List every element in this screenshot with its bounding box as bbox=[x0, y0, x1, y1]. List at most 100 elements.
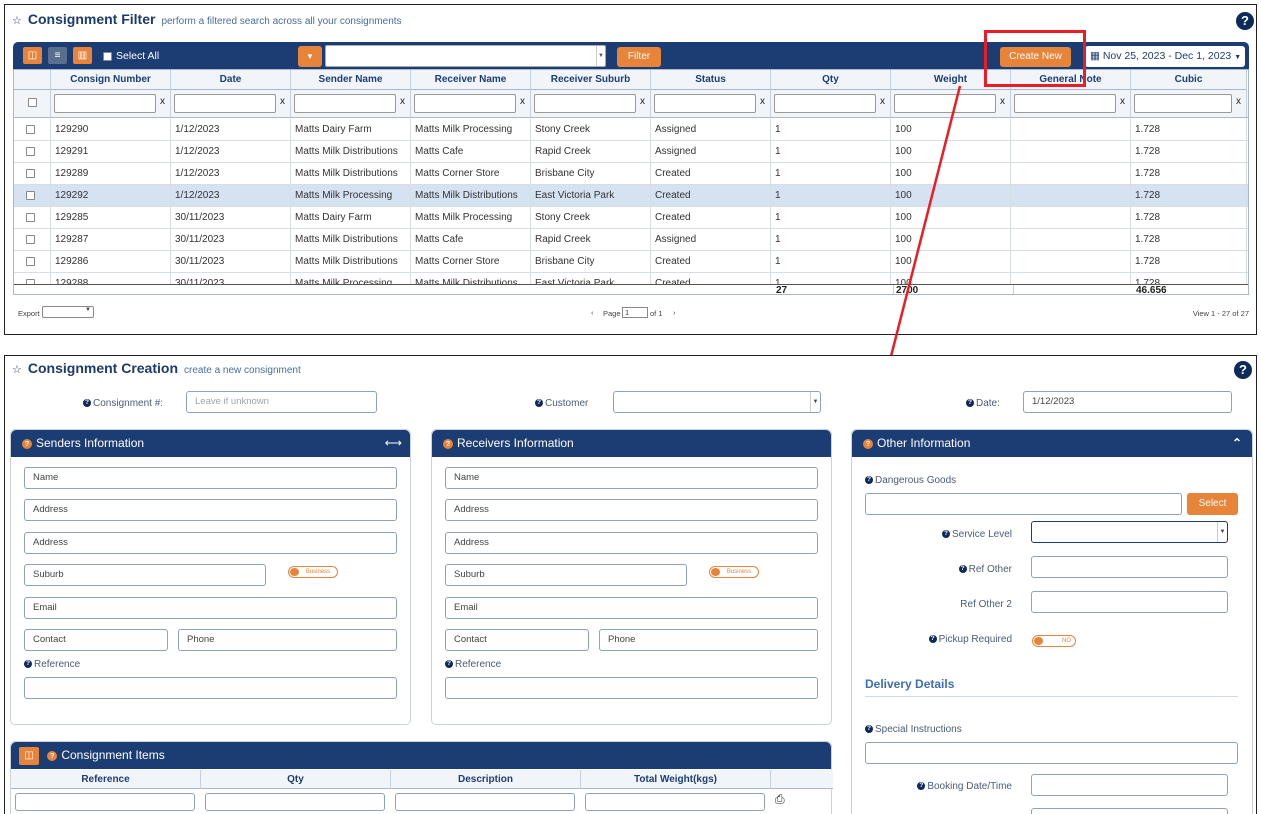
star-icon[interactable]: ☆ bbox=[12, 14, 22, 27]
filter-input-cubic[interactable] bbox=[1134, 94, 1232, 113]
ref-other2-input[interactable] bbox=[1031, 591, 1228, 613]
clear-filter-icon[interactable]: x bbox=[1000, 96, 1005, 107]
select-all[interactable]: Select All bbox=[103, 50, 159, 62]
page-input[interactable]: 1 bbox=[622, 307, 648, 318]
sender-reference-input[interactable] bbox=[24, 677, 397, 699]
clear-filter-icon[interactable]: x bbox=[280, 96, 285, 107]
filter-input-receiver-suburb[interactable] bbox=[534, 94, 636, 113]
clear-filter-icon[interactable]: x bbox=[880, 96, 885, 107]
column-header-receiver-suburb[interactable]: Receiver Suburb bbox=[531, 70, 651, 90]
customer-select[interactable]: ▼ bbox=[613, 391, 821, 413]
list-view-button[interactable]: ≡ bbox=[48, 47, 67, 64]
booking-datetime-input[interactable] bbox=[1031, 774, 1228, 796]
print-icon[interactable]: ⎙ bbox=[775, 792, 785, 807]
column-header-sender-name[interactable]: Sender Name bbox=[291, 70, 411, 90]
receiver-name-input[interactable]: Name bbox=[445, 467, 818, 489]
receiver-phone-input[interactable]: Phone bbox=[599, 629, 818, 651]
row-checkbox[interactable] bbox=[26, 235, 35, 244]
receiver-address1-input[interactable]: Address bbox=[445, 499, 818, 521]
column-header-date[interactable]: Date bbox=[171, 70, 291, 90]
filter-button[interactable]: Filter bbox=[617, 47, 661, 67]
star-icon[interactable]: ☆ bbox=[12, 363, 22, 376]
search-field-dropdown[interactable]: ▼ bbox=[298, 46, 322, 67]
receiver-address2-input[interactable]: Address bbox=[445, 532, 818, 554]
row-checkbox[interactable] bbox=[26, 191, 35, 200]
sender-address1-input[interactable]: Address bbox=[24, 499, 397, 521]
receiver-business-toggle[interactable]: Business bbox=[709, 566, 759, 578]
table-row[interactable]: 129285 30/11/2023 Matts Dairy Farm Matts Mi… bbox=[14, 207, 1248, 229]
clear-filter-icon[interactable]: x bbox=[640, 96, 645, 107]
column-header-receiver-name[interactable]: Receiver Name bbox=[411, 70, 531, 90]
column-header-cubic[interactable]: Cubic bbox=[1131, 70, 1247, 90]
expand-arrows-icon[interactable]: ⟷ bbox=[385, 430, 402, 457]
items-col-description[interactable]: Description bbox=[391, 770, 581, 789]
table-row[interactable]: 129290 1/12/2023 Matts Dairy Farm Matts Mil… bbox=[14, 119, 1248, 141]
sender-suburb-input[interactable]: Suburb bbox=[24, 564, 266, 586]
consignment-number-input[interactable]: Leave if unknown bbox=[186, 391, 377, 413]
collapse-icon[interactable]: ⌃ bbox=[1232, 430, 1242, 457]
clear-filter-icon[interactable]: x bbox=[160, 96, 165, 107]
filter-input-qty[interactable] bbox=[774, 94, 876, 113]
pickup-required-toggle[interactable]: NO bbox=[1032, 635, 1076, 647]
row-checkbox[interactable] bbox=[26, 147, 35, 156]
item-qty-input[interactable] bbox=[205, 793, 385, 811]
clear-filter-icon[interactable]: x bbox=[1120, 96, 1125, 107]
chevron-down-icon[interactable]: ▼ bbox=[596, 46, 605, 66]
columns-view-button[interactable]: ▥ bbox=[73, 47, 92, 64]
help-icon[interactable]: ? bbox=[1234, 361, 1252, 379]
special-instructions-input[interactable] bbox=[865, 742, 1238, 764]
table-row[interactable]: 129287 30/11/2023 Matts Milk Distributions… bbox=[14, 229, 1248, 251]
table-row[interactable]: 129291 1/12/2023 Matts Milk Distributions M… bbox=[14, 141, 1248, 163]
row-checkbox[interactable] bbox=[26, 213, 35, 222]
filter-input-consign-number[interactable] bbox=[54, 94, 156, 113]
next-page-icon[interactable]: › bbox=[673, 308, 676, 317]
table-row[interactable]: 129289 1/12/2023 Matts Milk Distributions M… bbox=[14, 163, 1248, 185]
clear-filter-icon[interactable]: x bbox=[400, 96, 405, 107]
filter-input-date[interactable] bbox=[174, 94, 276, 113]
column-header-consign-number[interactable]: Consign Number bbox=[51, 70, 171, 90]
sender-phone-input[interactable]: Phone bbox=[178, 629, 397, 651]
date-range-picker[interactable]: ▦ Nov 25, 2023 - Dec 1, 2023 ▼ bbox=[1085, 46, 1245, 67]
export-select[interactable]: ▼ bbox=[42, 306, 94, 318]
prev-page-icon[interactable]: ‹ bbox=[591, 308, 594, 317]
filter-input-weight[interactable] bbox=[894, 94, 996, 113]
sender-name-input[interactable]: Name bbox=[24, 467, 397, 489]
receiver-contact-input[interactable]: Contact bbox=[445, 629, 589, 651]
column-chooser-button[interactable]: ◫ bbox=[19, 746, 39, 765]
filter-input-receiver-name[interactable] bbox=[414, 94, 516, 113]
items-col-reference[interactable]: Reference bbox=[11, 770, 201, 789]
sender-business-toggle[interactable]: Business bbox=[288, 566, 338, 578]
clear-filter-icon[interactable]: x bbox=[1236, 96, 1241, 107]
receiver-suburb-input[interactable]: Suburb bbox=[445, 564, 687, 586]
ref-other-input[interactable] bbox=[1031, 556, 1228, 578]
table-row[interactable]: 129286 30/11/2023 Matts Milk Distributions… bbox=[14, 251, 1248, 273]
items-col-weight[interactable]: Total Weight(kgs) bbox=[581, 770, 771, 789]
search-input[interactable]: ▼ bbox=[325, 45, 606, 67]
table-row[interactable]: 129292 1/12/2023 Matts Milk Processing Matt… bbox=[14, 185, 1248, 207]
column-chooser-button[interactable]: ◫ bbox=[23, 47, 42, 64]
chevron-down-icon[interactable]: ▼ bbox=[810, 392, 820, 412]
sender-email-input[interactable]: Email bbox=[24, 597, 397, 619]
dangerous-goods-input[interactable] bbox=[865, 493, 1182, 515]
row-checkbox[interactable] bbox=[26, 125, 35, 134]
sender-contact-input[interactable]: Contact bbox=[24, 629, 168, 651]
column-header-status[interactable]: Status bbox=[651, 70, 771, 90]
items-col-qty[interactable]: Qty bbox=[201, 770, 391, 789]
booking-extra-input[interactable] bbox=[1031, 808, 1228, 814]
help-icon[interactable]: ? bbox=[1236, 12, 1254, 30]
item-reference-input[interactable] bbox=[15, 793, 195, 811]
sender-address2-input[interactable]: Address bbox=[24, 532, 397, 554]
row-checkbox[interactable] bbox=[26, 257, 35, 266]
receiver-email-input[interactable]: Email bbox=[445, 597, 818, 619]
row-checkbox[interactable] bbox=[26, 169, 35, 178]
clear-filter-icon[interactable]: x bbox=[760, 96, 765, 107]
filter-input-sender-name[interactable] bbox=[294, 94, 396, 113]
chevron-down-icon[interactable]: ▼ bbox=[1217, 522, 1227, 542]
filter-input-general-note[interactable] bbox=[1014, 94, 1116, 113]
clear-filter-icon[interactable]: x bbox=[520, 96, 525, 107]
dangerous-goods-select-button[interactable]: Select bbox=[1187, 493, 1238, 515]
date-input[interactable]: 1/12/2023 bbox=[1023, 391, 1232, 413]
select-all-checkbox[interactable] bbox=[103, 51, 112, 61]
filter-input-status[interactable] bbox=[654, 94, 756, 113]
item-description-input[interactable] bbox=[395, 793, 575, 811]
